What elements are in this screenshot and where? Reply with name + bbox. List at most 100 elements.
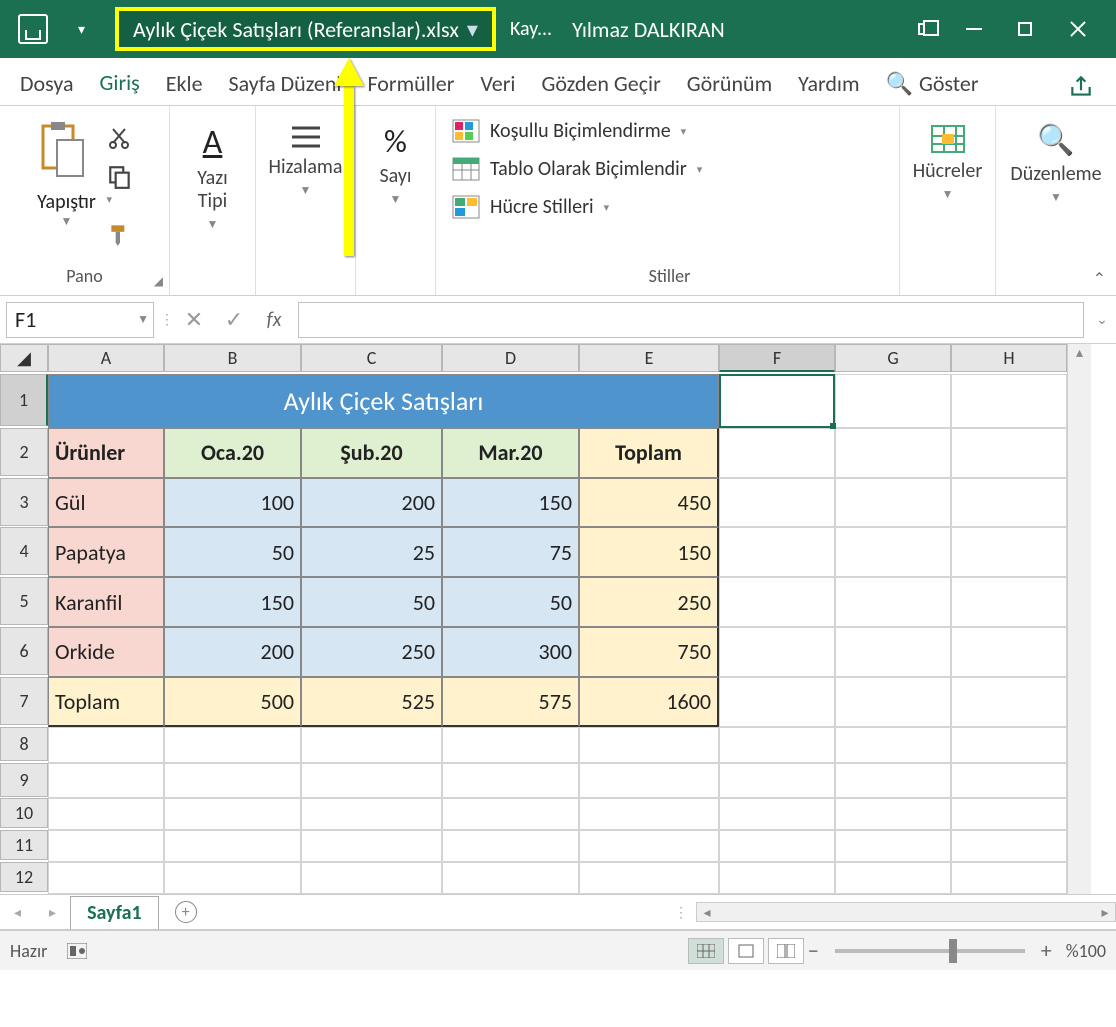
- cell-D3[interactable]: 150: [442, 478, 579, 528]
- cell-D10[interactable]: [442, 798, 579, 830]
- cell-E8[interactable]: [579, 727, 719, 763]
- scroll-up-icon[interactable]: ▴: [1068, 344, 1091, 368]
- cell-G12[interactable]: [835, 862, 951, 894]
- row-header-7[interactable]: 7: [0, 677, 48, 725]
- cell-H10[interactable]: [951, 798, 1067, 830]
- name-box[interactable]: F1 ▼: [6, 302, 154, 338]
- conditional-formatting-button[interactable]: Koşullu Biçimlendirme▾: [448, 112, 690, 150]
- cell-C12[interactable]: [301, 862, 442, 894]
- save-icon[interactable]: [18, 14, 48, 44]
- cell-H12[interactable]: [951, 862, 1067, 894]
- col-header-C[interactable]: C: [301, 344, 442, 372]
- row-header-3[interactable]: 3: [0, 478, 48, 526]
- cell-C2[interactable]: Şub.20: [301, 428, 442, 478]
- sheet-nav-prev-icon[interactable]: ◂: [0, 904, 35, 921]
- add-sheet-icon[interactable]: +: [175, 901, 197, 923]
- title-dropdown-icon[interactable]: ▾: [467, 16, 478, 43]
- tab-sayfa-duzeni[interactable]: Sayfa Düzeni: [223, 66, 348, 107]
- tab-gorunum[interactable]: Görünüm: [681, 66, 778, 107]
- zoom-in-icon[interactable]: +: [1037, 937, 1056, 964]
- tab-gozden-gecir[interactable]: Gözden Geçir: [535, 66, 666, 107]
- cell-G7[interactable]: [835, 677, 951, 727]
- cell-H11[interactable]: [951, 830, 1067, 862]
- cell-styles-button[interactable]: Hücre Stilleri▾: [448, 188, 613, 226]
- cell-G8[interactable]: [835, 727, 951, 763]
- cell-B2[interactable]: Oca.20: [164, 428, 301, 478]
- cell-A6[interactable]: Orkide: [48, 627, 164, 677]
- cell-A8[interactable]: [48, 727, 164, 763]
- cell-G2[interactable]: [835, 428, 951, 478]
- cell-E9[interactable]: [579, 763, 719, 799]
- close-icon[interactable]: [1068, 20, 1086, 38]
- maximize-icon[interactable]: [1018, 22, 1032, 36]
- cell-D9[interactable]: [442, 763, 579, 799]
- cell-B11[interactable]: [164, 830, 301, 862]
- tab-veri[interactable]: Veri: [474, 66, 521, 107]
- cell-G4[interactable]: [835, 527, 951, 577]
- vertical-scrollbar[interactable]: ▴: [1067, 344, 1091, 894]
- hscroll-right-icon[interactable]: ▸: [1095, 904, 1115, 921]
- alignment-button[interactable]: Hizalama ▼: [263, 112, 349, 208]
- spreadsheet-grid[interactable]: ◢ A B C D E F G H 1 Aylık Çiçek Satışlar…: [0, 344, 1067, 894]
- formula-input[interactable]: [298, 302, 1084, 338]
- cell-D4[interactable]: 75: [442, 527, 579, 577]
- cell-G9[interactable]: [835, 763, 951, 799]
- copy-icon[interactable]: ▾: [107, 164, 133, 207]
- cell-G5[interactable]: [835, 577, 951, 627]
- tab-giris[interactable]: Giriş: [94, 65, 146, 109]
- view-page-layout-icon[interactable]: [728, 938, 764, 964]
- zoom-out-icon[interactable]: −: [804, 937, 823, 964]
- format-painter-icon[interactable]: [107, 221, 133, 247]
- row-header-1[interactable]: 1: [0, 374, 48, 426]
- name-box-dropdown-icon[interactable]: ▼: [137, 312, 149, 327]
- col-header-A[interactable]: A: [48, 344, 164, 372]
- cell-C6[interactable]: 250: [301, 627, 442, 677]
- cell-F4[interactable]: [719, 527, 835, 577]
- cell-E5[interactable]: 250: [579, 577, 719, 627]
- share-icon[interactable]: [1068, 74, 1102, 100]
- cell-G11[interactable]: [835, 830, 951, 862]
- row-header-5[interactable]: 5: [0, 577, 48, 625]
- horizontal-scrollbar[interactable]: ◂ ▸: [696, 902, 1116, 922]
- cell-E12[interactable]: [579, 862, 719, 894]
- cell-H9[interactable]: [951, 763, 1067, 799]
- cell-E6[interactable]: 750: [579, 627, 719, 677]
- cell-F2[interactable]: [719, 428, 835, 478]
- row-header-9[interactable]: 9: [0, 763, 48, 797]
- cell-C8[interactable]: [301, 727, 442, 763]
- format-as-table-button[interactable]: Tablo Olarak Biçimlendir▾: [448, 150, 706, 188]
- font-button[interactable]: A Yazı Tipi ▼: [178, 112, 247, 242]
- row-header-10[interactable]: 10: [0, 798, 48, 828]
- cut-icon[interactable]: [107, 126, 133, 150]
- col-header-H[interactable]: H: [951, 344, 1067, 372]
- row-header-11[interactable]: 11: [0, 830, 48, 860]
- tab-ekle[interactable]: Ekle: [160, 66, 209, 107]
- cell-C4[interactable]: 25: [301, 527, 442, 577]
- hscroll-left-icon[interactable]: ◂: [697, 904, 717, 921]
- cell-A5[interactable]: Karanfil: [48, 577, 164, 627]
- cell-F1[interactable]: [719, 374, 835, 428]
- cell-C7[interactable]: 525: [301, 677, 442, 727]
- cell-B3[interactable]: 100: [164, 478, 301, 528]
- cells-button[interactable]: Hücreler ▼: [907, 112, 989, 212]
- col-header-G[interactable]: G: [835, 344, 951, 372]
- cell-H3[interactable]: [951, 478, 1067, 528]
- cell-F6[interactable]: [719, 627, 835, 677]
- cell-D5[interactable]: 50: [442, 577, 579, 627]
- sheet-tab[interactable]: Sayfa1: [70, 896, 159, 929]
- cell-H8[interactable]: [951, 727, 1067, 763]
- tab-split-icon[interactable]: ⋮: [666, 904, 696, 921]
- cell-E10[interactable]: [579, 798, 719, 830]
- row-header-8[interactable]: 8: [0, 727, 48, 761]
- cell-E7[interactable]: 1600: [579, 677, 719, 727]
- tab-formuller[interactable]: Formüller: [361, 66, 460, 107]
- row-header-2[interactable]: 2: [0, 428, 48, 476]
- row-header-12[interactable]: 12: [0, 862, 48, 892]
- autosave-label[interactable]: Kay...: [510, 17, 552, 41]
- cell-D2[interactable]: Mar.20: [442, 428, 579, 478]
- cell-H6[interactable]: [951, 627, 1067, 677]
- tab-dosya[interactable]: Dosya: [14, 66, 80, 107]
- cell-G3[interactable]: [835, 478, 951, 528]
- cell-B8[interactable]: [164, 727, 301, 763]
- cell-F11[interactable]: [719, 830, 835, 862]
